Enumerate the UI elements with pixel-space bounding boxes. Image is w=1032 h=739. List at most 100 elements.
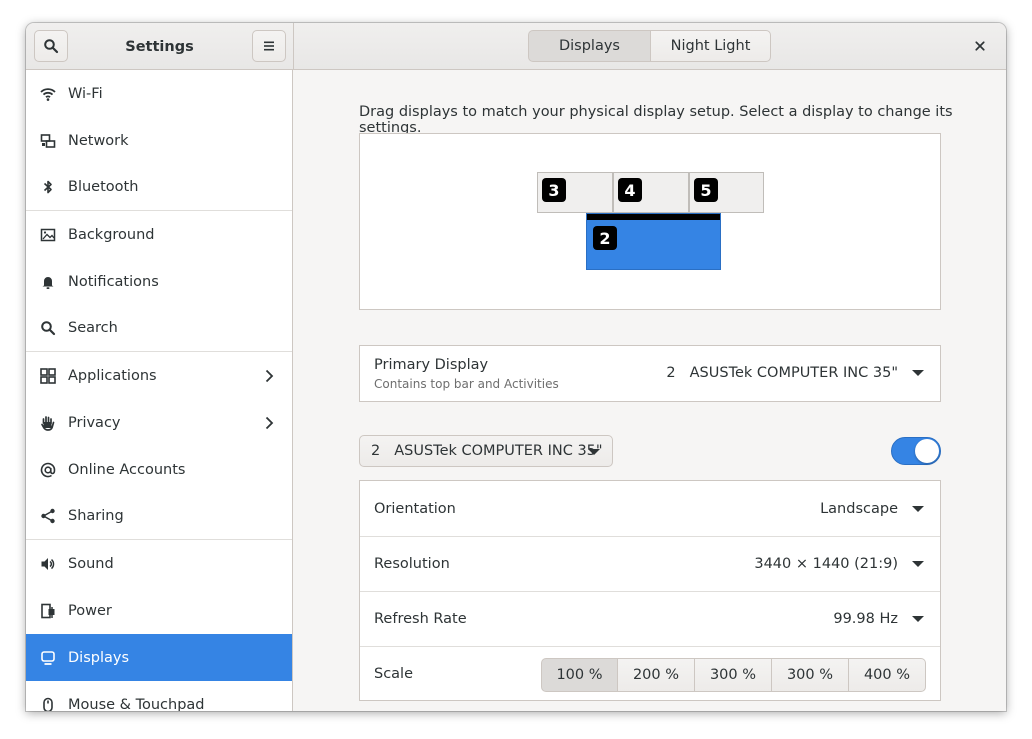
scale-option-200[interactable]: 200 % xyxy=(618,658,695,692)
sidebar-item-label: Sharing xyxy=(68,508,124,524)
sidebar-item-online-accounts[interactable]: Online Accounts xyxy=(26,446,292,493)
primary-display-index: 2 xyxy=(666,365,676,381)
resolution-row[interactable]: Resolution 3440 × 1440 (21:9) xyxy=(360,536,940,591)
power-plug-icon xyxy=(40,603,56,619)
orientation-row[interactable]: Orientation Landscape xyxy=(360,481,940,536)
primary-top-bar-indicator xyxy=(587,214,720,220)
chevron-right-icon xyxy=(265,369,274,382)
scale-option-100[interactable]: 100 % xyxy=(541,658,618,692)
view-switcher: Displays Night Light xyxy=(528,30,771,62)
display-settings-card: Orientation Landscape Resolution 3440 × … xyxy=(359,480,941,701)
dropdown-arrow-icon xyxy=(912,616,924,622)
arrangement-description: Drag displays to match your physical dis… xyxy=(359,104,953,136)
orientation-label: Orientation xyxy=(374,500,456,517)
sidebar-item-mouse-touchpad[interactable]: Mouse & Touchpad xyxy=(26,681,292,711)
dropdown-arrow-icon xyxy=(912,561,924,567)
switch-knob xyxy=(915,439,939,463)
app-title: Settings xyxy=(125,38,194,55)
share-icon xyxy=(40,508,56,524)
close-button[interactable] xyxy=(968,34,992,58)
dropdown-arrow-icon xyxy=(912,505,924,512)
refresh-rate-dropdown[interactable]: 99.98 Hz xyxy=(833,611,924,627)
sidebar-item-network[interactable]: Network xyxy=(26,117,292,164)
primary-display-label: Primary Display xyxy=(374,357,489,373)
refresh-rate-label: Refresh Rate xyxy=(374,611,467,627)
sidebar-item-label: Online Accounts xyxy=(68,461,186,478)
mouse-icon xyxy=(40,697,56,711)
network-icon xyxy=(40,133,56,149)
monitor-selector-name: ASUSTek COMPUTER INC 35" xyxy=(394,443,603,459)
monitor-2-primary[interactable]: 2 xyxy=(586,213,721,270)
scale-option-300-b[interactable]: 300 % xyxy=(772,658,849,692)
monitor-4[interactable]: 4 xyxy=(613,172,689,213)
sidebar-item-background[interactable]: Background xyxy=(26,211,292,258)
sidebar-item-sound[interactable]: Sound xyxy=(26,540,292,587)
sidebar-item-label: Power xyxy=(68,602,112,619)
dropdown-arrow-icon xyxy=(588,449,600,455)
primary-display-row[interactable]: Primary Display Contains top bar and Act… xyxy=(360,346,940,401)
speaker-icon xyxy=(40,556,56,572)
display-arrangement-area[interactable]: 3 4 5 2 xyxy=(359,133,941,310)
chevron-right-icon xyxy=(265,416,274,429)
bluetooth-icon xyxy=(40,179,56,195)
scale-options-group: 100 % 200 % 300 % 300 % 400 % xyxy=(541,658,926,692)
sidebar-item-sharing[interactable]: Sharing xyxy=(26,493,292,540)
scale-option-400[interactable]: 400 % xyxy=(849,658,926,692)
monitor-number-badge: 3 xyxy=(542,178,566,202)
refresh-rate-row[interactable]: Refresh Rate 99.98 Hz xyxy=(360,591,940,646)
resolution-dropdown[interactable]: 3440 × 1440 (21:9) xyxy=(754,556,924,572)
refresh-rate-value: 99.98 Hz xyxy=(833,611,898,627)
header-separator xyxy=(293,23,294,70)
sidebar-item-label: Background xyxy=(68,226,155,243)
sidebar-item-label: Network xyxy=(68,132,129,149)
background-icon xyxy=(40,227,56,243)
sidebar-item-displays[interactable]: Displays xyxy=(26,634,292,681)
dropdown-arrow-icon xyxy=(912,370,924,376)
search-icon xyxy=(40,320,56,336)
sidebar-item-label: Sound xyxy=(68,555,114,572)
resolution-label: Resolution xyxy=(374,556,450,572)
scale-label: Scale xyxy=(374,665,414,682)
monitor-enabled-switch[interactable] xyxy=(891,437,941,465)
monitor-number-badge: 4 xyxy=(618,178,642,202)
scale-option-300[interactable]: 300 % xyxy=(695,658,772,692)
sidebar-item-bluetooth[interactable]: Bluetooth xyxy=(26,164,292,211)
search-button[interactable] xyxy=(34,30,68,62)
primary-display-dropdown[interactable]: 2 ASUSTek COMPUTER INC 35" xyxy=(666,365,924,381)
bell-icon xyxy=(40,274,56,290)
sidebar-item-notifications[interactable]: Notifications xyxy=(26,258,292,305)
header-bar: Settings Displays Night Light xyxy=(26,23,1006,70)
settings-window: Settings Displays Night Light Wi-Fi Netw… xyxy=(26,23,1006,711)
monitor-icon xyxy=(40,650,56,666)
search-icon xyxy=(44,39,59,54)
sidebar-item-wifi[interactable]: Wi-Fi xyxy=(26,70,292,117)
orientation-dropdown[interactable]: Landscape xyxy=(820,501,924,517)
monitor-3[interactable]: 3 xyxy=(537,172,613,213)
sidebar-item-privacy[interactable]: Privacy xyxy=(26,399,292,446)
hamburger-icon xyxy=(264,41,274,51)
sidebar-item-search[interactable]: Search xyxy=(26,305,292,352)
resolution-value: 3440 × 1440 (21:9) xyxy=(754,556,898,572)
sidebar-item-label: Bluetooth xyxy=(68,179,139,195)
monitor-5[interactable]: 5 xyxy=(689,172,764,213)
sidebar: Wi-Fi Network Bluetooth Background Notif… xyxy=(26,70,293,711)
sidebar-item-applications[interactable]: Applications xyxy=(26,352,292,399)
apps-grid-icon xyxy=(40,367,56,384)
sidebar-item-label: Wi-Fi xyxy=(68,85,103,102)
menu-button[interactable] xyxy=(252,30,286,62)
monitor-number-badge: 5 xyxy=(694,178,718,202)
monitor-selector-dropdown[interactable]: 2 ASUSTek COMPUTER INC 35" xyxy=(359,435,613,467)
sidebar-item-label: Displays xyxy=(68,649,130,666)
sidebar-item-power[interactable]: Power xyxy=(26,587,292,634)
tab-night-light[interactable]: Night Light xyxy=(650,30,771,62)
primary-display-name: ASUSTek COMPUTER INC 35" xyxy=(689,365,898,381)
sidebar-item-label: Privacy xyxy=(68,414,121,431)
sidebar-item-label: Applications xyxy=(68,367,157,384)
sidebar-item-label: Mouse & Touchpad xyxy=(68,696,205,712)
scale-row: Scale 100 % 200 % 300 % 300 % 400 % xyxy=(360,646,940,700)
tab-displays[interactable]: Displays xyxy=(528,30,650,62)
at-sign-icon xyxy=(40,462,56,478)
hand-icon xyxy=(40,415,56,431)
primary-display-card: Primary Display Contains top bar and Act… xyxy=(359,345,941,402)
sidebar-item-label: Search xyxy=(68,320,118,336)
